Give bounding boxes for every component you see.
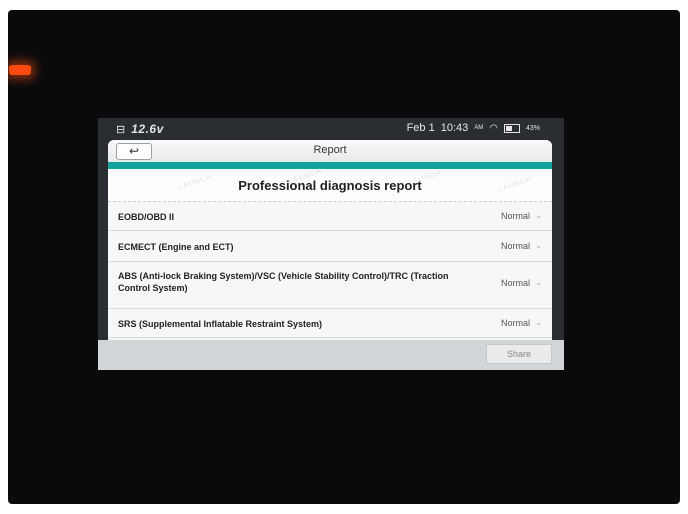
voltage-readout: 12.6v bbox=[131, 122, 164, 136]
ampm-text: AM bbox=[474, 125, 484, 131]
system-status: Normal bbox=[500, 278, 530, 288]
system-row[interactable]: EOBD/OBD II Normal ⌄ bbox=[108, 202, 552, 231]
system-name: SRS (Supplemental Inflatable Restraint S… bbox=[118, 319, 323, 329]
date-text: Feb 1 bbox=[406, 122, 435, 134]
chevron-down-icon[interactable]: ⌄ bbox=[535, 241, 542, 250]
system-row[interactable]: SRS (Supplemental Inflatable Restraint S… bbox=[108, 309, 552, 338]
report-title: Professional diagnosis report bbox=[238, 178, 422, 193]
chevron-down-icon[interactable]: ⌄ bbox=[535, 278, 542, 287]
status-bar: ⊟ 12.6v Feb 1 10:43 AM ◠ 43% bbox=[98, 118, 564, 140]
page-title: Report bbox=[313, 144, 347, 156]
system-status: Normal bbox=[500, 241, 530, 251]
time-text: 10:43 bbox=[440, 122, 469, 134]
system-status: Normal bbox=[500, 318, 530, 328]
footer-bar: Share bbox=[98, 340, 564, 370]
diagnostic-device: ⊟ 12.6v Feb 1 10:43 AM ◠ 43% ↩ Report LA… bbox=[8, 10, 680, 504]
report-header: LAUNCH LAUNCH LAUNCH LAUNCH Professional… bbox=[108, 168, 552, 202]
chevron-down-icon[interactable]: ⌄ bbox=[535, 318, 542, 327]
report-app: ↩ Report LAUNCH LAUNCH LAUNCH LAUNCH Pro… bbox=[108, 140, 552, 350]
car-battery-icon: ⊟ bbox=[116, 123, 126, 136]
system-status: Normal bbox=[500, 211, 530, 221]
device-screen: ⊟ 12.6v Feb 1 10:43 AM ◠ 43% ↩ Report LA… bbox=[98, 118, 564, 370]
system-row[interactable]: ABS (Anti-lock Braking System)/VSC (Vehi… bbox=[108, 262, 552, 309]
battery-percent: 43% bbox=[525, 124, 540, 132]
chevron-down-icon[interactable]: ⌄ bbox=[535, 211, 542, 220]
system-name: EOBD/OBD II bbox=[118, 212, 175, 222]
app-bar: ↩ Report bbox=[108, 140, 552, 163]
wifi-icon: ◠ bbox=[489, 122, 498, 134]
share-button[interactable]: Share bbox=[486, 344, 552, 364]
system-row[interactable]: ECMECT (Engine and ECT) Normal ⌄ bbox=[108, 231, 552, 262]
battery-icon bbox=[503, 123, 520, 133]
system-list: EOBD/OBD II Normal ⌄ ECMECT (Engine and … bbox=[108, 202, 552, 338]
indicator-led bbox=[9, 65, 31, 75]
system-name: ECMECT (Engine and ECT) bbox=[118, 242, 234, 252]
accent-band bbox=[108, 162, 552, 169]
system-name: ABS (Anti-lock Braking System)/VSC (Vehi… bbox=[118, 271, 449, 293]
